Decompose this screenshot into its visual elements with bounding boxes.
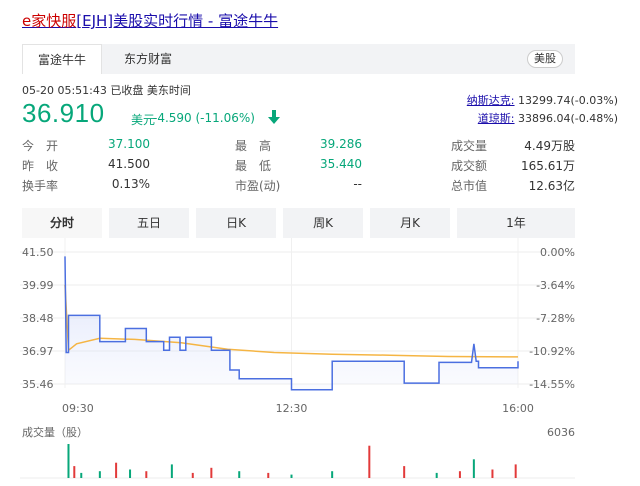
prev-close-label: 昨 收 — [22, 159, 59, 173]
low-value: 35.440 — [320, 157, 362, 171]
amount-label: 成交额 — [451, 159, 488, 173]
market-badge: 美股 — [527, 50, 563, 68]
market-cap-label: 总市值 — [451, 179, 488, 193]
tab-weekly-k[interactable]: 周K — [283, 208, 363, 238]
volume-bar — [458, 471, 461, 478]
index-dow: 道琼斯: 33896.04(-0.48%) — [478, 110, 618, 126]
status-datetime: 05-20 05:51:43 — [22, 84, 107, 97]
page-title[interactable]: e家快服[EJH]美股实时行情 - 富途牛牛 — [22, 10, 278, 31]
volume-bar — [80, 472, 83, 478]
amount-value: 165.61万 — [521, 159, 575, 173]
volume-max-label: 6036 — [547, 426, 575, 439]
y-tick-label: 35.46 — [22, 378, 54, 391]
pct-axis-ticks: 0.00% -3.64% -7.28% -10.92% -14.55% — [529, 246, 575, 391]
turnover-rate-label: 换手率 — [22, 179, 59, 193]
tab-futu[interactable]: 富途牛牛 — [22, 44, 102, 74]
pct-tick-label: -3.64% — [536, 279, 575, 292]
pe-label: 市盈(动) — [235, 179, 281, 193]
turnover-rate-value: 0.13% — [111, 177, 150, 191]
x-tick-label: 16:00 — [502, 402, 534, 415]
volume-axis-label: 成交量（股） — [22, 425, 88, 439]
index-nasdaq-value: 13299.74(-0.03%) — [518, 94, 618, 107]
price-unit: 美元 — [131, 113, 156, 127]
tab-monthly-k[interactable]: 月K — [370, 208, 450, 238]
y-tick-label: 39.99 — [22, 279, 54, 292]
volume-bar — [491, 469, 494, 478]
volume-bar — [73, 466, 76, 478]
tab-daily-k[interactable]: 日K — [196, 208, 276, 238]
tab-one-year[interactable]: 1年 — [457, 208, 575, 238]
volume-label: 成交量 — [451, 139, 488, 153]
volume-bar — [115, 462, 118, 478]
open-value: 37.100 — [108, 137, 150, 151]
pct-tick-label: -10.92% — [529, 345, 575, 358]
price-change: -4.590 (-11.06%) — [153, 111, 255, 125]
open-label: 今 开 — [22, 139, 59, 153]
volume-bar — [238, 471, 241, 478]
market-cap-value: 12.63亿 — [528, 179, 575, 193]
y-axis-ticks: 41.50 39.99 38.48 36.97 35.46 — [22, 246, 54, 391]
volume-bar — [472, 459, 475, 478]
index-dow-name[interactable]: 道琼斯: — [478, 112, 515, 125]
volume-bar — [403, 466, 406, 478]
volume-bar — [145, 471, 148, 478]
x-tick-label: 09:30 — [62, 402, 94, 415]
last-price: 36.910 — [22, 98, 105, 128]
pct-tick-label: -7.28% — [536, 312, 575, 325]
high-value: 39.286 — [320, 137, 362, 151]
index-nasdaq-name[interactable]: 纳斯达克: — [467, 94, 515, 107]
volume-bar — [191, 472, 194, 478]
index-nasdaq: 纳斯达克: 13299.74(-0.03%) — [467, 92, 618, 108]
low-label: 最 低 — [235, 159, 272, 173]
y-tick-label: 38.48 — [22, 312, 54, 325]
high-label: 最 高 — [235, 139, 272, 153]
page-title-rest[interactable]: [EJH]美股实时行情 - 富途牛牛 — [76, 12, 278, 30]
tab-eastmoney[interactable]: 东方财富 — [108, 44, 188, 74]
volume-value: 4.49万股 — [524, 139, 575, 153]
volume-bar — [290, 474, 293, 478]
volume-bar — [210, 467, 213, 478]
volume-bar — [514, 464, 517, 478]
y-tick-label: 41.50 — [22, 246, 54, 259]
volume-bar — [368, 445, 371, 478]
volume-bar — [67, 444, 70, 478]
volume-bar — [331, 471, 334, 478]
volume-bar — [170, 464, 173, 478]
prev-close-value: 41.500 — [108, 157, 150, 171]
y-tick-label: 36.97 — [22, 345, 54, 358]
period-tabs: 分时 五日 日K 周K 月K 1年 — [22, 208, 575, 238]
volume-bar — [435, 472, 438, 478]
status-state: 已收盘 — [110, 84, 144, 97]
page-title-prefix[interactable]: e家快服 — [22, 12, 76, 30]
volume-bar — [267, 472, 270, 478]
pct-tick-label: 0.00% — [540, 246, 575, 259]
volume-bar — [98, 471, 101, 478]
pct-tick-label: -14.55% — [529, 378, 575, 391]
index-dow-value: 33896.04(-0.48%) — [518, 112, 618, 125]
down-arrow-icon — [268, 110, 280, 124]
tab-five-day[interactable]: 五日 — [109, 208, 189, 238]
volume-bar — [129, 469, 132, 478]
intraday-chart[interactable]: 41.50 39.99 38.48 36.97 35.46 0.00% -3.64% -7.… — [0, 238, 640, 486]
trade-status: 05-20 05:51:43 已收盘 美东时间 — [22, 82, 191, 98]
status-timezone: 美东时间 — [146, 84, 191, 97]
tab-intraday[interactable]: 分时 — [22, 208, 102, 238]
source-tabbar: 富途牛牛 东方财富 美股 — [22, 44, 575, 74]
pe-value: -- — [353, 177, 362, 191]
x-axis-ticks: 09:30 12:30 16:00 — [62, 402, 534, 415]
volume-bars — [20, 444, 575, 479]
x-tick-label: 12:30 — [276, 402, 308, 415]
